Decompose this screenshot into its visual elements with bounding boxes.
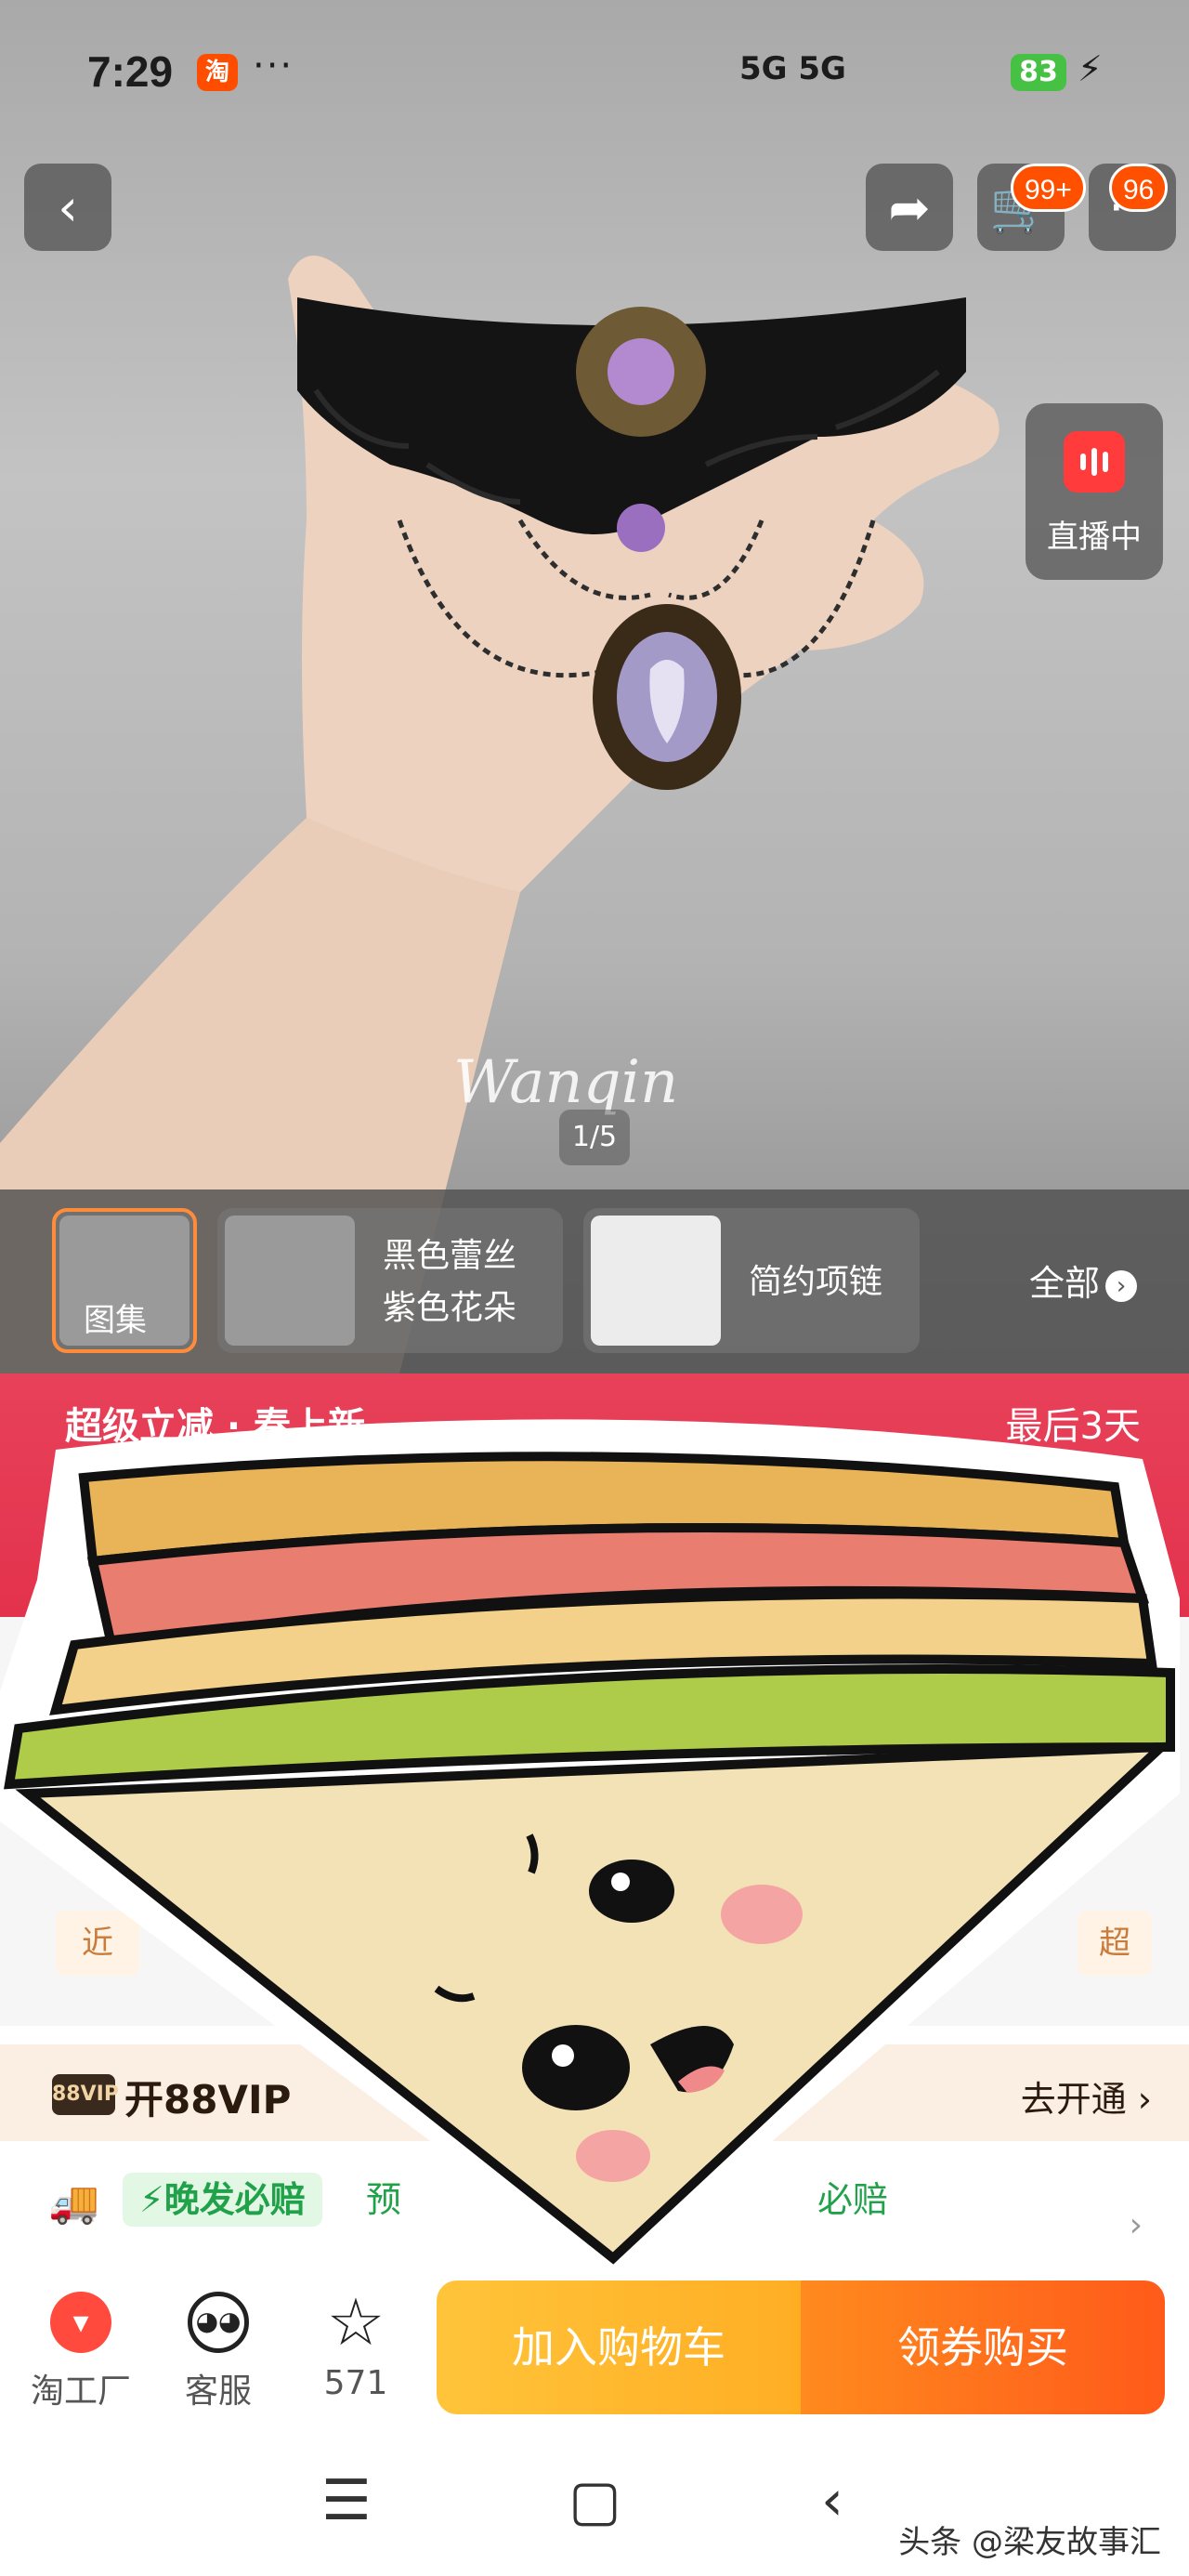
share-button[interactable]: ➦ [866,164,953,251]
service-label: 客服 [184,2372,252,2411]
price-section [0,1617,1189,2026]
shipping-row[interactable]: 🚚 ⚡晚发必赔 预 必赔 › [0,2150,1189,2253]
vip-action-label: 去开通 [1020,2079,1127,2120]
thumb-image [225,1216,355,1346]
status-time: 7:29 [87,47,174,96]
taobao-notification-icon: 淘 [197,54,238,91]
message-count-badge: 96 [1109,164,1169,212]
shop-icon: ▾ [50,2292,111,2353]
chevron-right-icon: › [1129,2206,1143,2244]
shipping-tag-3: 必赔 [817,2179,889,2220]
status-bar: 7:29 淘 ··· 5G 5G 83 ⚡ [0,37,1189,112]
brand-watermark: Wanqin [453,1048,679,1117]
battery-icon: 83 [1011,54,1066,91]
view-all-link[interactable]: 全部 › [1029,1255,1138,1306]
thumb-label: 图集 [84,1302,147,1339]
customer-service-button[interactable]: ◕◕ 客服 [158,2286,279,2412]
chevron-right-icon: › [1105,1269,1138,1302]
shop-label: 淘工厂 [30,2372,131,2411]
buy-with-coupon-button[interactable]: 领券购买 [801,2280,1165,2414]
source-watermark: 头条 @梁友故事汇 [898,2524,1161,2561]
bottom-action-bar: ▾ 淘工厂 ◕◕ 客服 ☆ 571 加入购物车 领券购买 [0,2258,1189,2425]
view-all-label: 全部 [1029,1263,1101,1304]
thumbnail-strip: 图集 黑色蕾丝 紫色花朵 简约项链 [0,1189,1189,1373]
favorite-count: 571 [323,2364,388,2402]
chevron-left-icon: ‹ [58,177,78,237]
truck-icon: 🚚 [48,2179,99,2227]
thumb-label: 简约项链 [749,1263,883,1301]
late-delivery-tag: ⚡晚发必赔 [123,2173,322,2227]
home-icon[interactable]: ▢ [568,2468,621,2533]
more-notifications-icon: ··· [253,45,294,87]
favorite-button[interactable]: ☆ 571 [295,2286,416,2402]
thumb-black-lace[interactable]: 黑色蕾丝 紫色花朵 [217,1208,563,1353]
shipping-tag-2: 预 [366,2179,402,2220]
charging-icon: ⚡ [1078,48,1103,89]
promo-title: 超级立减 · 春上新 [65,1405,366,1448]
vip-icon: 88VIP [52,2074,119,2115]
live-stream-button[interactable]: 直播中 [1026,403,1163,580]
vip-activate-link[interactable]: 去开通 › [1021,2070,1152,2122]
image-pager: 1/5 [559,1110,630,1165]
thumb-image [591,1216,721,1346]
live-icon [1064,431,1125,493]
star-icon: ☆ [326,2284,385,2360]
promo-deadline: 最后3天 [1005,1405,1141,1448]
customer-service-icon: ◕◕ [188,2292,249,2353]
promo-coupon-label: 券 [52,1490,92,1535]
vip-bar[interactable]: 88VIP 开88VIP 去开通 › [0,2044,1189,2141]
back-button[interactable]: ‹ [24,164,111,251]
thumb-simple-necklace[interactable]: 简约项链 [583,1208,920,1353]
live-label: 直播中 [1047,519,1142,556]
vip-text: 开88VIP [124,2077,292,2123]
thumb-gallery[interactable]: 图集 [52,1208,197,1353]
thumb-label: 黑色蕾丝 紫色花朵 [383,1230,516,1334]
late-delivery-label: 晚发必赔 [163,2179,306,2220]
promo-banner: 超级立减 · 春上新 最后3天 券 [0,1373,1189,1617]
shop-button[interactable]: ▾ 淘工厂 [20,2286,141,2412]
service-chip-right[interactable]: 超 [1078,1911,1152,1976]
thumb-label-line2: 紫色花朵 [383,1289,517,1327]
menu-icon[interactable]: ☰ [321,2468,372,2533]
share-icon: ➦ [888,177,931,237]
product-photo[interactable]: 7:29 淘 ··· 5G 5G 83 ⚡ ‹ ➦ 🛒 ··· 99+ 96 直… [0,0,1189,1373]
thumb-label-line1: 黑色蕾丝 [383,1237,517,1275]
cart-count-badge: 99+ [1011,164,1086,212]
signal-icon: 5G 5G [739,50,846,87]
back-nav-icon[interactable]: ‹ [821,2468,843,2533]
service-chip-left[interactable]: 近 [56,1911,139,1976]
add-to-cart-button[interactable]: 加入购物车 [437,2280,801,2414]
